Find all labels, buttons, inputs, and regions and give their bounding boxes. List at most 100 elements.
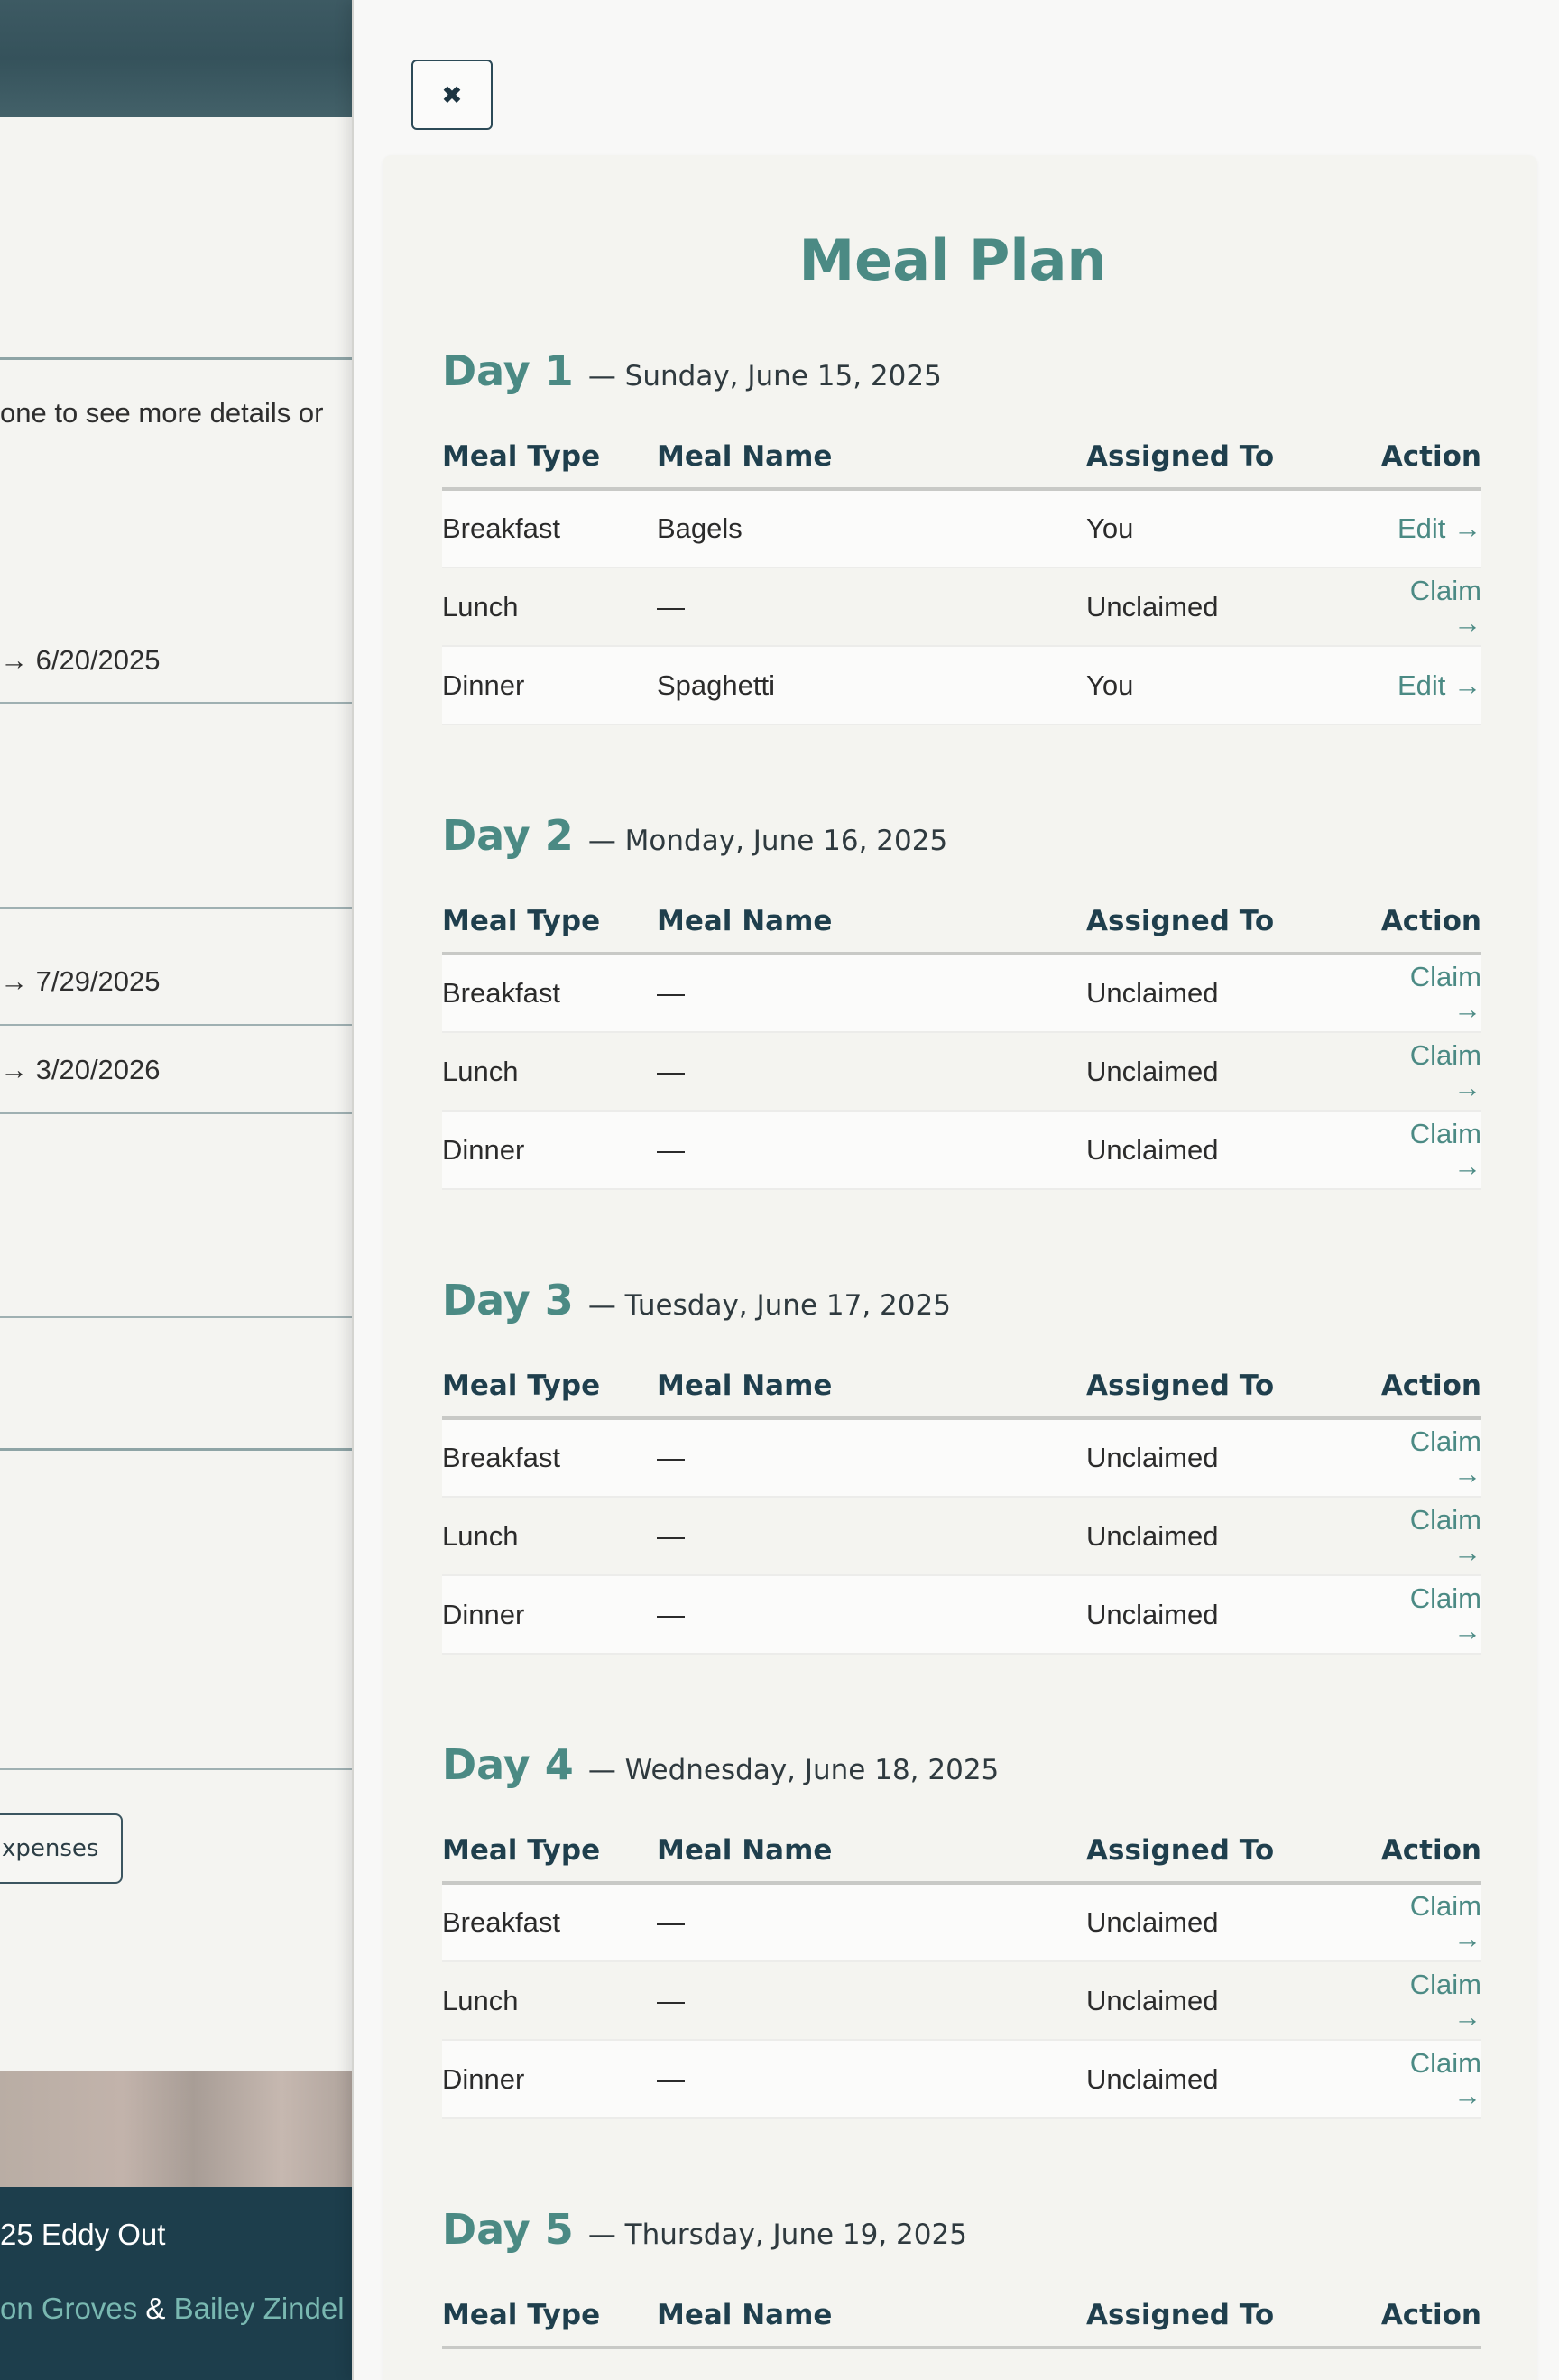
day-label: Day 2 [442,811,574,860]
footer-copyright: 25 Eddy Out [0,2218,166,2251]
day-label: Day 4 [442,1740,574,1789]
assigned-to-cell: Unclaimed [1086,1961,1375,2041]
author-link[interactable]: on Groves [0,2292,137,2325]
day-heading: Day 1 — Sunday, June 15, 2025 [442,346,1481,410]
claim-meal-link[interactable]: Claim → [1410,1582,1481,1647]
divider [0,1112,352,1114]
claim-meal-link[interactable]: Claim → [1410,961,1481,1025]
column-header-meal-name: Meal Name [657,1355,1086,1420]
assigned-to-cell: Unclaimed [1086,2040,1375,2119]
meal-name-cell: — [657,2040,1086,2119]
trip-date-range: → 7/29/2025 [0,965,161,997]
day-date: — Monday, June 16, 2025 [587,825,948,857]
claim-meal-link[interactable]: Claim → [1410,2047,1481,2111]
meal-type-cell: Dinner [442,646,657,725]
meal-type-cell: Lunch [442,567,657,647]
site-footer: 25 Eddy Out on Groves & Bailey Zindel [0,2187,352,2380]
table-row: Breakfast — Unclaimed Claim → [442,1883,1481,1962]
meal-name-cell: — [657,1575,1086,1655]
page-title: Meal Plan [798,227,1107,293]
claim-meal-link[interactable]: Claim → [1410,1425,1481,1490]
meal-type-cell: Lunch [442,1032,657,1112]
action-cell: Claim → [1375,954,1481,1033]
table-row: Breakfast — Unclaimed Claim → [442,954,1481,1033]
meal-name-cell: — [657,1418,1086,1498]
table-row: Dinner — Unclaimed Claim → [442,1575,1481,1655]
claim-meal-link[interactable]: Claim → [1410,1969,1481,2033]
table-row: Dinner Spaghetti You Edit → [442,646,1481,725]
background-header-image [0,0,352,117]
table-row: Dinner — Unclaimed Claim → [442,1111,1481,1190]
claim-meal-link[interactable]: Claim → [1410,1039,1481,1103]
table-row: Lunch — Unclaimed Claim → [442,1032,1481,1112]
meal-type-cell: Lunch [442,1961,657,2041]
column-header-action: Action [1375,1355,1481,1420]
action-cell: Edit → [1375,646,1481,725]
assigned-to-cell: Unclaimed [1086,567,1375,647]
assigned-to-cell: Unclaimed [1086,1575,1375,1655]
meal-plan-panel: Meal Plan Day 1 — Sunday, June 15, 2025 Me… [383,155,1537,2380]
meal-type-cell: Dinner [442,2040,657,2119]
column-header-meal-name: Meal Name [657,2284,1086,2349]
action-cell: Claim → [1375,1883,1481,1962]
column-header-action: Action [1375,1820,1481,1885]
action-cell: Claim → [1375,2040,1481,2119]
meal-name-cell: — [657,1111,1086,1190]
claim-meal-link[interactable]: Claim → [1410,575,1481,639]
table-row: Lunch — Unclaimed Claim → [442,567,1481,647]
meal-name-cell: — [657,1961,1086,2041]
table-header-row: Meal Type Meal Name Assigned To Action [442,890,1481,955]
meal-name-cell: — [657,1497,1086,1576]
table-header-row: Meal Type Meal Name Assigned To Action [442,426,1481,491]
column-header-meal-type: Meal Type [442,2284,657,2349]
meals-table: Meal Type Meal Name Assigned To Action [442,2284,1481,2349]
column-header-meal-name: Meal Name [657,1820,1086,1885]
edit-meal-link[interactable]: Edit → [1398,512,1481,544]
footer-photo [0,2071,352,2187]
day-heading: Day 3 — Tuesday, June 17, 2025 [442,1276,1481,1339]
table-row: Dinner — Unclaimed Claim → [442,2040,1481,2119]
meal-type-cell: Breakfast [442,954,657,1033]
claim-meal-link[interactable]: Claim → [1410,1504,1481,1568]
assigned-to-cell: Unclaimed [1086,1883,1375,1962]
meals-table: Meal Type Meal Name Assigned To Action Break… [442,890,1481,1190]
meal-plan-drawer: ✖ Meal Plan Day 1 — Sunday, June 15, 2025… [352,0,1559,2380]
expenses-button[interactable]: xpenses [0,1813,123,1884]
day-label: Day 5 [442,2205,574,2254]
claim-meal-link[interactable]: Claim → [1410,1118,1481,1182]
day-section: Day 2 — Monday, June 16, 2025 Meal Type Mea… [442,811,1481,1190]
assigned-to-cell: Unclaimed [1086,954,1375,1033]
day-heading: Day 2 — Monday, June 16, 2025 [442,811,1481,874]
day-date: — Tuesday, June 17, 2025 [587,1289,951,1322]
assigned-to-cell: Unclaimed [1086,1111,1375,1190]
column-header-assigned-to: Assigned To [1086,1355,1375,1420]
close-button[interactable]: ✖ [411,60,493,130]
ampersand: & [137,2292,174,2325]
column-header-action: Action [1375,426,1481,491]
divider [0,907,352,909]
column-header-action: Action [1375,890,1481,955]
divider [0,1768,352,1770]
author-link[interactable]: Bailey Zindel [174,2292,345,2325]
meals-table: Meal Type Meal Name Assigned To Action Break… [442,1355,1481,1655]
divider [0,357,352,360]
edit-meal-link[interactable]: Edit → [1398,669,1481,701]
column-header-action: Action [1375,2284,1481,2349]
table-row: Lunch — Unclaimed Claim → [442,1961,1481,2041]
divider [0,1448,352,1451]
action-cell: Claim → [1375,1575,1481,1655]
assigned-to-cell: Unclaimed [1086,1418,1375,1498]
column-header-assigned-to: Assigned To [1086,426,1375,491]
claim-meal-link[interactable]: Claim → [1410,1890,1481,1954]
table-row: Breakfast — Unclaimed Claim → [442,1418,1481,1498]
column-header-meal-name: Meal Name [657,426,1086,491]
table-header-row: Meal Type Meal Name Assigned To Action [442,2284,1481,2349]
footer-credits: on Groves & Bailey Zindel [0,2292,345,2326]
action-cell: Edit → [1375,489,1481,568]
action-cell: Claim → [1375,1111,1481,1190]
meal-type-cell: Dinner [442,1575,657,1655]
meal-name-cell: Bagels [657,489,1086,568]
assigned-to-cell: You [1086,489,1375,568]
day-section: Day 3 — Tuesday, June 17, 2025 Meal Type Me… [442,1276,1481,1655]
action-cell: Claim → [1375,1032,1481,1112]
